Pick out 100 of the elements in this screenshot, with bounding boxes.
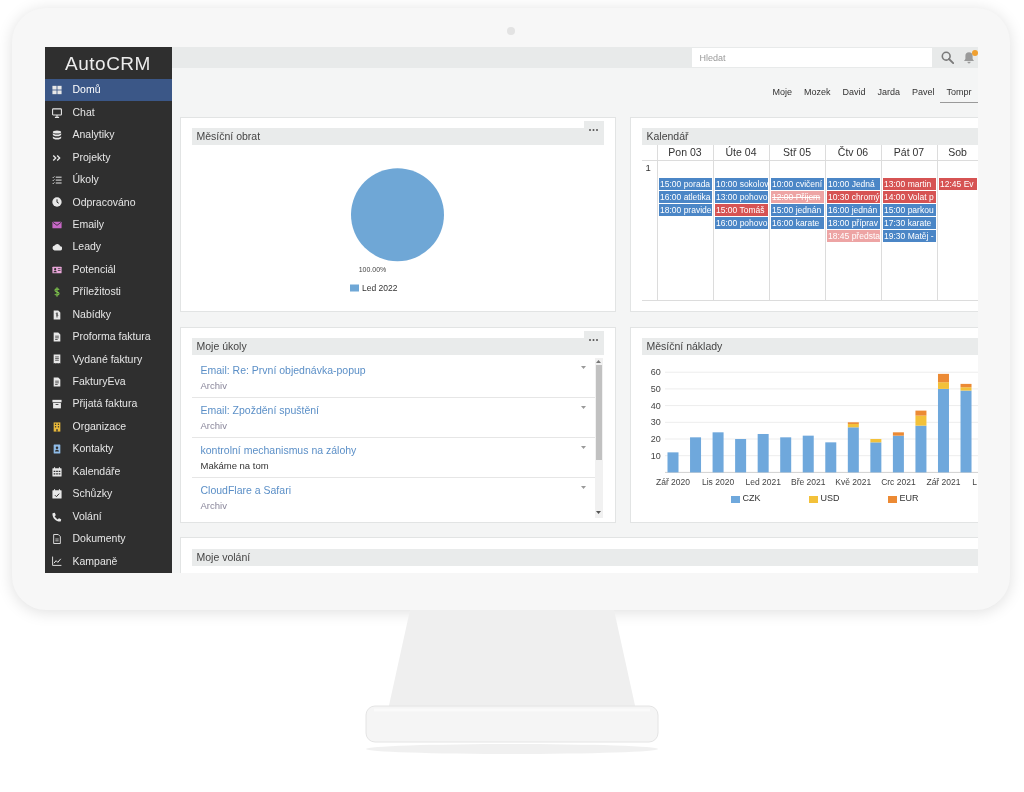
task-title[interactable]: Email: Re: První objednávka-popup [200,363,366,377]
calendar-check-icon [51,489,62,500]
sidebar-item[interactable]: Dokumenty [44,527,172,551]
sidebar-item[interactable]: Odpracováno [44,191,172,214]
bell-icon[interactable] [962,51,975,64]
bar-segment [734,439,746,473]
sidebar-item[interactable]: Přijatá faktura [44,393,172,416]
calendar-event[interactable]: 16:00 atletika [658,191,712,203]
row-label: 1 [645,161,651,176]
scrollbar-thumb[interactable] [595,365,602,460]
invoice-icon [51,309,62,320]
axis-tick-label: L [971,476,977,487]
task-title[interactable]: Email: Zpoždění spuštění [200,403,319,417]
sidebar-item[interactable]: Leady [44,236,172,259]
task-title[interactable]: CloudFlare a Safari [200,483,291,497]
sidebar-item[interactable]: Analytiky [44,123,172,147]
sidebar-item[interactable]: Úkoly [44,168,172,192]
sidebar-item[interactable]: Vydané faktury [44,348,172,371]
user-tab[interactable]: Moje [766,84,798,103]
calendar-event[interactable]: 12:45 Ev [938,178,977,190]
double-chevron-icon [51,152,62,163]
caret-icon[interactable] [580,446,586,449]
phone-icon [51,511,62,522]
sidebar-item[interactable]: FakturyEva [44,370,172,394]
caret-icon[interactable] [580,486,586,489]
checklist-icon [51,174,62,185]
monitor-icon [51,107,62,118]
user-tab[interactable]: Pavel [905,84,941,103]
bar-segment [667,452,678,473]
grid-icon [51,85,62,96]
sidebar-item[interactable]: Volání [44,505,172,528]
caret-icon[interactable] [580,366,586,369]
bar-segment [824,442,836,473]
document-icon [51,376,62,387]
scroll-down-icon[interactable] [596,511,601,514]
calendar-event[interactable]: 10:00 Jedná [826,178,880,190]
sidebar-item[interactable]: Kontakty [44,438,172,461]
legend-label: EUR [899,492,919,506]
user-tab[interactable]: Mozek [797,84,837,103]
sidebar-item[interactable]: Nabídky [44,303,172,326]
calendar-event[interactable]: 16:00 karate [770,217,824,229]
day-header: Sob [948,144,967,160]
sidebar-item[interactable]: Chat [44,101,172,124]
scroll-up-icon[interactable] [596,360,601,363]
sidebar-item[interactable]: Proforma faktura [44,325,172,349]
receipt-icon [51,354,62,365]
search-icon[interactable] [940,51,954,64]
panel-title: Moje úkoly [196,338,247,354]
bar-segment [712,432,724,473]
bar-segment [802,435,814,473]
day-header: Čtv 06 [837,144,869,160]
calendar-event[interactable]: 15:00 jednán [770,204,824,216]
day-header: Pon 03 [668,144,702,160]
calendar-event[interactable]: 13:00 pohovo [714,191,768,203]
calendar-event[interactable]: 10:00 cvičení [770,178,824,190]
sidebar-item[interactable]: Příležitosti [44,280,172,304]
panel-title: Měsíční obrat [196,128,261,144]
document-icon [51,533,62,544]
calendar-event[interactable]: 10:30 chromý [826,191,880,203]
axis-tick-label: Crc 2021 [880,476,916,487]
sidebar-item[interactable]: Schůzky [44,482,172,506]
archive-box-icon [51,399,62,410]
sidebar-item[interactable]: Potenciál [44,258,172,281]
sidebar-item[interactable]: Emaily [44,213,172,237]
day-header: Pát 07 [893,144,925,160]
calendar-event[interactable]: 19:30 Matěj - [882,230,936,242]
user-tab[interactable]: Tompr [940,84,978,103]
calendar-event[interactable]: 17:30 karate [882,217,936,229]
sidebar-item[interactable]: Domů [44,79,172,102]
database-icon [51,130,62,141]
calendar-event[interactable]: 14:00 Volat p [882,191,936,203]
calendar-event[interactable]: 10:00 sokolov [714,178,768,190]
calendar-event[interactable]: 16:00 pohovo [714,217,768,229]
legend-label: USD [820,492,840,506]
caret-icon[interactable] [580,406,586,409]
calendar-event[interactable]: 18:00 příprav [826,217,880,229]
sidebar-item[interactable]: Kalendáře [44,460,172,483]
task-status: Archiv [200,499,227,512]
calendar-event[interactable]: 15:00 porada [658,178,712,190]
axis-tick-label: Lis 2020 [701,476,734,487]
user-tab[interactable]: Jarda [871,84,906,103]
legend-label: CZK [742,492,761,506]
sidebar-item[interactable]: Organizace [44,415,172,438]
sidebar-item[interactable]: Kampaně [44,550,172,573]
id-card-icon [51,264,62,275]
user-tab[interactable]: David [836,84,872,103]
search-field[interactable]: Hledat [691,48,932,67]
calendar-event[interactable]: 16:00 jednán [826,204,880,216]
axis-tick-label: Led 2021 [744,476,781,487]
calendar-event[interactable]: 18:00 pravide [658,204,712,216]
sidebar-item[interactable]: Projekty [44,146,172,169]
document-icon [51,332,62,343]
task-title[interactable]: kontrolní mechanismus na zálohy [200,443,357,457]
calendar-event[interactable]: 15:00 parkou [882,204,936,216]
calendar-event[interactable]: 15:00 Tomáš [714,204,768,216]
axis-tick-label: 40 [650,400,661,411]
axis-tick-label: 50 [650,383,661,394]
legend-swatch-icon [349,284,359,292]
calendar-event[interactable]: 13:00 martin [882,178,936,190]
axis-tick-label: 30 [650,417,661,428]
